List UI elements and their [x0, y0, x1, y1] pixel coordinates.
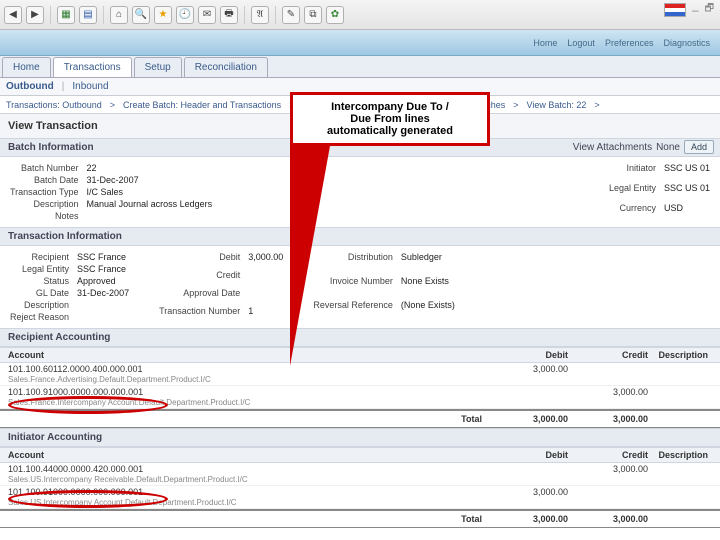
acct-header: Account Debit Credit Description	[0, 447, 720, 463]
header-link-home[interactable]: Home	[533, 38, 557, 48]
breadcrumb-item[interactable]: Create Batch: Header and Transactions	[123, 100, 281, 110]
table-row: 101.100.60112.0000.400.000.001Sales.Fran…	[0, 363, 720, 386]
mail-icon[interactable]: ✉	[198, 6, 216, 24]
favorites-icon[interactable]: ★	[154, 6, 172, 24]
initiator-acct-title: Initiator Accounting	[8, 432, 102, 443]
print-icon[interactable]: 🖶	[220, 6, 238, 24]
home-icon[interactable]: ⌂	[110, 6, 128, 24]
recipient-acct-title: Recipient Accounting	[8, 332, 110, 343]
history-icon[interactable]: 🕘	[176, 6, 194, 24]
table-row: 101.100.44000.0000.420.000.001Sales.US.I…	[0, 463, 720, 486]
minimize-icon[interactable]: –	[692, 3, 699, 17]
tab-home[interactable]: Home	[2, 57, 51, 77]
trx-info-title: Transaction Information	[8, 231, 122, 242]
annotation-callout: Intercompany Due To / Due From lines aut…	[290, 92, 490, 366]
table-row: 101.100.91000.0000.000.000.001Sales.Fran…	[0, 386, 720, 409]
attachments-value: None	[656, 142, 680, 153]
toolbar-sep	[244, 6, 245, 24]
toolbar-sep	[103, 6, 104, 24]
annotation-arrow-icon	[290, 146, 330, 366]
breadcrumb-item[interactable]: Transactions: Outbound	[6, 100, 102, 110]
excel-icon[interactable]: ▦	[57, 6, 75, 24]
tab-setup[interactable]: Setup	[134, 57, 182, 77]
toolbar-sep	[275, 6, 276, 24]
font-icon[interactable]: 𝔄	[251, 6, 269, 24]
search-icon[interactable]: 🔍	[132, 6, 150, 24]
toolbar-sep	[50, 6, 51, 24]
copy-icon[interactable]: ⧉	[304, 6, 322, 24]
breadcrumb-item[interactable]: View Batch: 22	[527, 100, 587, 110]
view-attachments-label: View Attachments	[573, 142, 652, 153]
total-row: Total 3,000.00 3,000.00	[0, 509, 720, 528]
back-icon[interactable]: ◀	[4, 6, 22, 24]
flag-icon	[664, 3, 686, 17]
word-icon[interactable]: ▤	[79, 6, 97, 24]
messenger-icon[interactable]: ✿	[326, 6, 344, 24]
add-button[interactable]: Add	[684, 140, 714, 154]
subtab-inbound[interactable]: Inbound	[72, 81, 108, 92]
header-link-diagnostics[interactable]: Diagnostics	[663, 38, 710, 48]
main-tabs: Home Transactions Setup Reconciliation	[0, 56, 720, 78]
tab-transactions[interactable]: Transactions	[53, 57, 132, 77]
table-row: 101.100.91000.0000.000.000.001Sales.US.I…	[0, 486, 720, 509]
total-row: Total 3,000.00 3,000.00	[0, 409, 720, 428]
edit-icon[interactable]: ✎	[282, 6, 300, 24]
batch-info-title: Batch Information	[8, 142, 94, 153]
subtab-outbound[interactable]: Outbound	[6, 81, 54, 92]
restore-icon[interactable]: 🗗	[705, 1, 714, 18]
browser-toolbar: ◀ ▶ ▦ ▤ ⌂ 🔍 ★ 🕘 ✉ 🖶 𝔄 ✎ ⧉ ✿ – 🗗	[0, 0, 720, 30]
tab-reconciliation[interactable]: Reconciliation	[184, 57, 268, 77]
header-link-logout[interactable]: Logout	[567, 38, 595, 48]
section-initiator-accounting: Initiator Accounting	[0, 428, 720, 447]
app-header: Home Logout Preferences Diagnostics	[0, 30, 720, 56]
header-link-preferences[interactable]: Preferences	[605, 38, 654, 48]
forward-icon[interactable]: ▶	[26, 6, 44, 24]
